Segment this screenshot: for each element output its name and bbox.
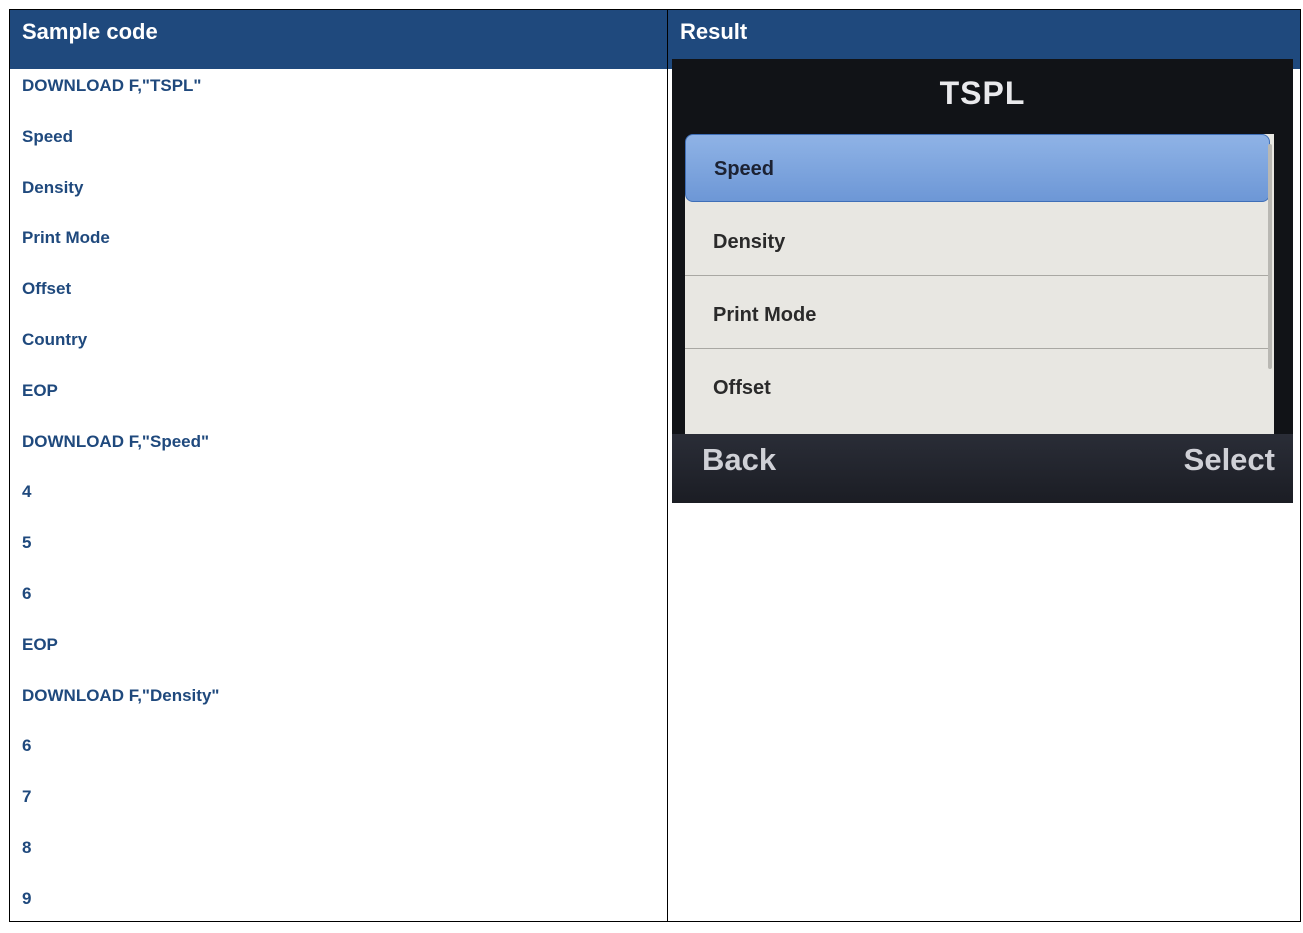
sample-code-list: DOWNLOAD F,"TSPL" Speed Density Print Mo…	[22, 69, 219, 933]
code-line: DOWNLOAD F,"TSPL"	[22, 76, 202, 95]
column-divider	[667, 10, 668, 921]
menu-item-offset[interactable]: Offset	[685, 354, 1270, 422]
menu-panel: Speed Density Print Mode Offset	[685, 134, 1274, 434]
code-line: Speed	[22, 126, 74, 146]
code-line: 5	[22, 533, 32, 553]
code-line: EOP	[22, 634, 58, 654]
code-line: 6	[22, 736, 32, 756]
code-line: Country	[22, 329, 88, 349]
code-line: 9	[22, 888, 32, 908]
screen-title: TSPL	[939, 75, 1026, 111]
code-line: 4	[22, 482, 32, 502]
code-line: 6	[22, 583, 32, 603]
menu-item-print-mode[interactable]: Print Mode	[685, 281, 1270, 349]
softkey-bar: Back Select	[672, 434, 1293, 503]
code-line: EOP	[22, 380, 58, 400]
code-line: Print Mode	[22, 228, 110, 248]
back-softkey[interactable]: Back	[702, 442, 776, 478]
menu-item-density[interactable]: Density	[685, 208, 1270, 276]
code-line: DOWNLOAD F,"Density"	[22, 685, 220, 705]
header-sample-code: Sample code	[22, 19, 158, 44]
code-line: 7	[22, 787, 32, 807]
menu-item-speed[interactable]: Speed	[685, 134, 1270, 202]
menu-scrollbar[interactable]	[1268, 144, 1272, 369]
code-line: DOWNLOAD F,"Speed"	[22, 431, 210, 451]
code-line: Density	[22, 177, 84, 197]
select-softkey[interactable]: Select	[1184, 442, 1275, 478]
code-line: 8	[22, 837, 32, 857]
printer-screen-photo: TSPL Speed Density Print Mode Offset Bac…	[672, 59, 1293, 503]
code-line: Offset	[22, 279, 72, 299]
